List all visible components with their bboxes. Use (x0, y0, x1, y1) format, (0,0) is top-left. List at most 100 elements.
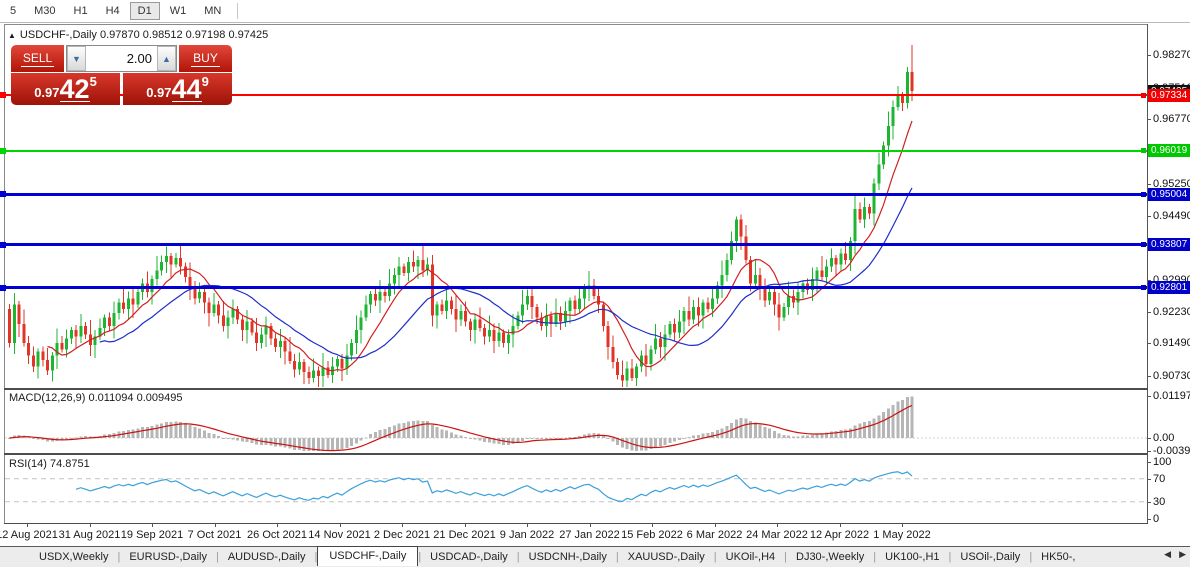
macd-indicator-label: MACD(12,26,9) 0.011094 0.009495 (9, 392, 182, 404)
price-tick-label: 0.96770 (1153, 113, 1190, 125)
badge-handle (1141, 192, 1146, 197)
date-tick-mark (840, 524, 841, 527)
chart-tab-USDCAD-Daily[interactable]: USDCAD-,Daily (421, 549, 517, 565)
price-tick-label: 0.90730 (1153, 370, 1190, 382)
date-label: 12 Apr 2022 (810, 529, 869, 541)
rsi-tick-mark (1147, 462, 1151, 463)
line-edge-marker (0, 285, 6, 291)
macd-tick-mark (1147, 451, 1151, 452)
chart-tab-HK50[interactable]: HK50-, (1032, 549, 1084, 565)
chart-tab-UKOil-H4[interactable]: UKOil-,H4 (717, 549, 785, 565)
tab-scroll-right-icon[interactable]: ▶ (1179, 549, 1186, 560)
date-tick-mark (152, 524, 153, 527)
symbol-tab-bar: USDX,Weekly|EURUSD-,Daily|AUDUSD-,Daily|… (0, 546, 1190, 567)
date-tick-mark (652, 524, 653, 527)
price-badge-0.92801: 0.92801 (1148, 281, 1190, 294)
horizontal-line-object (5, 286, 1147, 289)
date-label: 19 Sep 2021 (121, 529, 183, 541)
volume-stepper: ▼ 2.00 ▲ (66, 45, 177, 72)
date-tick-mark (902, 524, 903, 527)
chart-ohlc-values: 0.97870 0.98512 0.97198 0.97425 (100, 29, 268, 41)
volume-increase-button[interactable]: ▲ (157, 46, 176, 71)
rsi-line (76, 472, 912, 502)
horizontal-line-object (5, 150, 1147, 152)
date-tick-mark (340, 524, 341, 527)
date-label: 21 Dec 2021 (433, 529, 495, 541)
date-tick-mark (715, 524, 716, 527)
rsi-tick-mark (1147, 519, 1151, 520)
line-edge-marker (0, 191, 6, 197)
date-tick-mark (777, 524, 778, 527)
ask-price-box[interactable]: 0.97449 (123, 73, 232, 105)
tab-scroll-left-icon[interactable]: ◀ (1164, 549, 1171, 560)
badge-handle (1141, 242, 1146, 247)
rsi-tick-mark (1147, 479, 1151, 480)
date-tick-mark (27, 524, 28, 527)
date-label: 2 Dec 2021 (374, 529, 430, 541)
date-label: 31 Aug 2021 (59, 529, 121, 541)
chart-tab-USDCHF-Daily[interactable]: USDCHF-,Daily (317, 546, 418, 566)
price-tick-mark (1147, 184, 1151, 185)
horizontal-line-object (5, 193, 1147, 196)
price-tick-label: 0.94490 (1153, 210, 1190, 222)
badge-handle (1141, 285, 1146, 290)
macd-tick-mark (1147, 396, 1151, 397)
volume-input[interactable]: 2.00 (86, 46, 157, 71)
date-label: 14 Nov 2021 (308, 529, 370, 541)
line-edge-marker (0, 148, 6, 154)
price-badge-0.97334: 0.97334 (1148, 89, 1190, 102)
ask-big-digits: 44 (172, 77, 202, 102)
volume-decrease-button[interactable]: ▼ (67, 46, 86, 71)
date-tick-mark (402, 524, 403, 527)
date-label: 9 Jan 2022 (500, 529, 554, 541)
date-label: 6 Mar 2022 (687, 529, 743, 541)
chart-tab-AUDUSD-Daily[interactable]: AUDUSD-,Daily (219, 549, 315, 565)
ask-pip-digit: 9 (202, 74, 209, 89)
buy-button[interactable]: BUY (179, 45, 232, 72)
tab-scroll-arrows: ◀ ▶ (1164, 549, 1186, 560)
price-tick-mark (1147, 376, 1151, 377)
date-tick-mark (527, 524, 528, 527)
bid-price-box[interactable]: 0.97425 (11, 73, 120, 105)
rsi-indicator-label: RSI(14) 74.8751 (9, 458, 90, 470)
price-tick-mark (1147, 55, 1151, 56)
chart-title: ▲USDCHF-,Daily 0.97870 0.98512 0.97198 0… (8, 29, 268, 41)
chart-tab-USDCNH-Daily[interactable]: USDCNH-,Daily (520, 549, 616, 565)
bid-big-digits: 42 (60, 77, 90, 102)
price-tick-mark (1147, 119, 1151, 120)
one-click-trading-widget: SELL ▼ 2.00 ▲ BUY 0.97425 0.97449 (11, 45, 232, 105)
date-label: 1 May 2022 (873, 529, 930, 541)
macd-histogram (8, 396, 914, 451)
chart-tab-USOil-Daily[interactable]: USOil-,Daily (951, 549, 1029, 565)
date-label: 7 Oct 2021 (188, 529, 242, 541)
date-label: 26 Oct 2021 (247, 529, 307, 541)
rsi-tick-label: 100 (1153, 456, 1171, 468)
chart-tab-USDX-Weekly[interactable]: USDX,Weekly (30, 549, 117, 565)
date-tick-mark (590, 524, 591, 527)
chart-tab-UK100-H1[interactable]: UK100-,H1 (876, 549, 948, 565)
price-tick-label: 0.98270 (1153, 49, 1190, 61)
date-label: 12 Aug 2021 (0, 529, 58, 541)
date-label: 27 Jan 2022 (559, 529, 620, 541)
ask-prefix: 0.97 (146, 85, 171, 100)
date-label: 15 Feb 2022 (621, 529, 683, 541)
line-edge-marker (0, 242, 6, 248)
price-tick-label: 0.92230 (1153, 306, 1190, 318)
chart-tab-EURUSD-Daily[interactable]: EURUSD-,Daily (120, 549, 216, 565)
price-badge-0.93807: 0.93807 (1148, 238, 1190, 251)
chart-symbol-label: USDCHF-,Daily (20, 29, 97, 41)
price-tick-mark (1147, 343, 1151, 344)
price-tick-label: 0.91490 (1153, 337, 1190, 349)
date-tick-mark (90, 524, 91, 527)
line-edge-marker (0, 92, 6, 98)
price-tick-mark (1147, 216, 1151, 217)
price-tick-mark (1147, 312, 1151, 313)
chart-tab-XAUUSD-Daily[interactable]: XAUUSD-,Daily (619, 549, 714, 565)
chart-tab-DJ30-Weekly[interactable]: DJ30-,Weekly (787, 549, 873, 565)
badge-handle (1141, 148, 1146, 153)
bid-prefix: 0.97 (34, 85, 59, 100)
rsi-tick-label: 70 (1153, 473, 1165, 485)
sell-button[interactable]: SELL (11, 45, 64, 72)
date-tick-mark (465, 524, 466, 527)
price-badge-0.96019: 0.96019 (1148, 144, 1190, 157)
